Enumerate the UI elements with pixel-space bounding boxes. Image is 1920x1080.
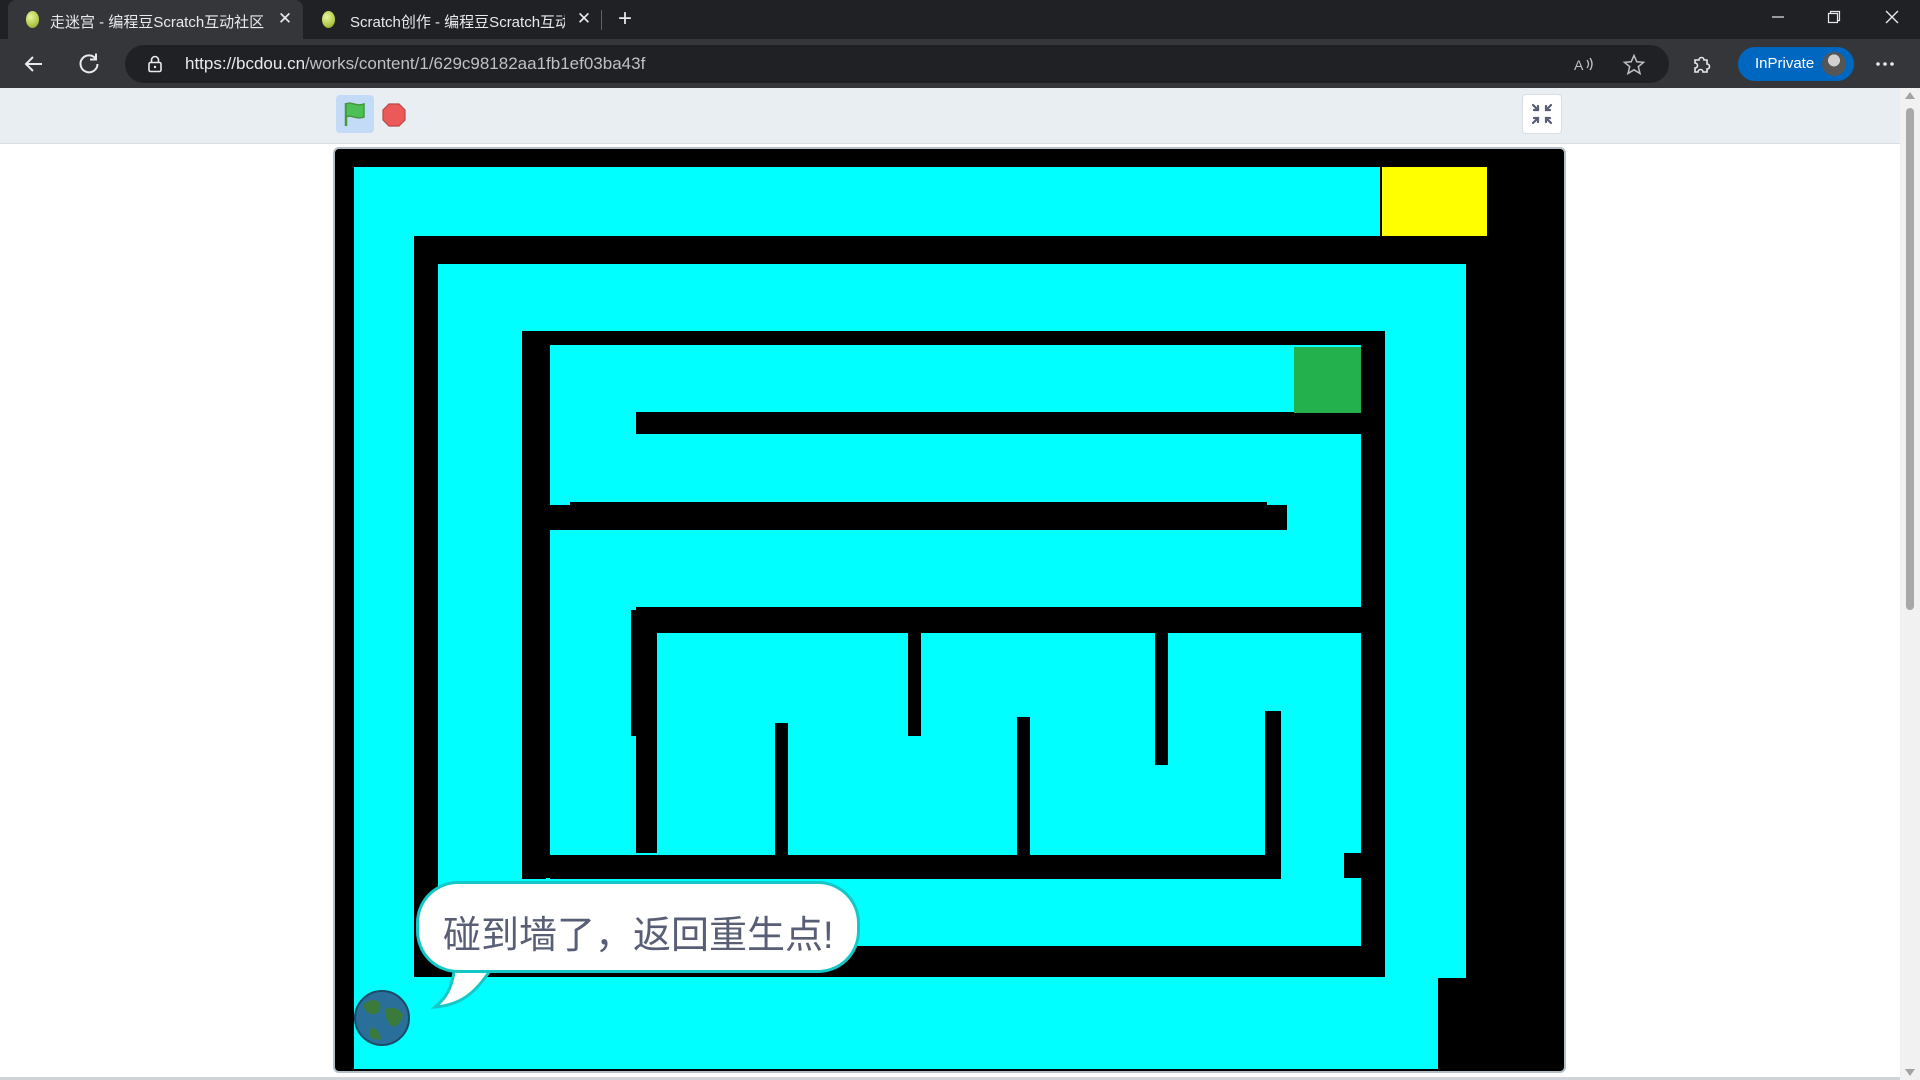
green-flag-icon (344, 102, 365, 126)
maze-path (550, 529, 1361, 607)
read-aloud-icon: A (1574, 57, 1593, 73)
inprivate-button[interactable]: InPrivate (1738, 47, 1854, 81)
maze-wall (550, 505, 1287, 530)
maze-wall (1265, 711, 1281, 879)
maze-wall (631, 610, 652, 736)
close-tab-icon[interactable]: ✕ (573, 8, 595, 30)
maze-wall (522, 331, 1385, 345)
new-tab-button[interactable]: + (612, 6, 638, 32)
back-button[interactable] (20, 50, 48, 78)
maze-wall (1361, 331, 1385, 954)
inprivate-label: InPrivate (1755, 55, 1815, 72)
maze-wall (636, 412, 1361, 434)
maze-wall (1155, 631, 1168, 765)
earth-sprite[interactable] (354, 990, 410, 1046)
bcdou-bean-icon (26, 11, 39, 28)
exit-fullscreen-button[interactable] (1522, 94, 1562, 134)
maze-wall (775, 723, 788, 858)
close-tab-icon[interactable]: ✕ (274, 8, 296, 30)
refresh-icon (79, 53, 99, 74)
maze-path (657, 631, 1361, 853)
green-flag-button[interactable] (336, 95, 374, 133)
minimize-icon (1772, 16, 1784, 18)
tab-title: 走迷宫 - 编程豆Scratch互动社区 (50, 14, 265, 31)
scrollbar-thumb[interactable] (1906, 108, 1914, 610)
url-host: https://bcdou.cn (185, 54, 306, 73)
close-window-button[interactable] (1864, 0, 1920, 39)
bcdou-bean-icon (322, 11, 335, 28)
scroll-up-arrow-icon[interactable] (1905, 92, 1915, 99)
maze-path (354, 167, 1380, 236)
exit-fullscreen-icon (1531, 103, 1553, 125)
tab-divider (601, 10, 602, 30)
maze-wall (1017, 717, 1030, 858)
maze-path (1267, 484, 1361, 607)
address-bar[interactable]: https://bcdou.cn/works/content/1/629c981… (125, 45, 1669, 83)
tab-maze[interactable]: 走迷宫 - 编程豆Scratch互动社区 ✕ (8, 0, 303, 39)
maze-path (438, 264, 522, 946)
page-scrollbar[interactable] (1900, 88, 1920, 1080)
stop-button[interactable] (382, 103, 406, 127)
more-icon (1876, 62, 1894, 66)
maze-wall (631, 610, 1361, 633)
maze-wall (908, 631, 921, 736)
refresh-button[interactable] (75, 50, 103, 78)
maze-wall (414, 236, 1438, 264)
restore-icon (1827, 10, 1841, 24)
speech-bubble: 碰到墙了，返回重生点! (416, 881, 860, 973)
read-aloud-button[interactable]: A (1572, 53, 1596, 77)
maze-path (354, 167, 414, 1069)
url-text: https://bcdou.cn/works/content/1/629c981… (185, 54, 645, 74)
maze-path (354, 977, 1466, 1069)
more-button[interactable] (1871, 50, 1899, 78)
maze-path (1385, 264, 1466, 978)
close-icon (1885, 10, 1899, 24)
back-arrow-icon (24, 56, 42, 72)
lock-icon[interactable] (145, 54, 165, 74)
maze-goal-yellow (1382, 167, 1487, 236)
minimize-button[interactable] (1750, 0, 1806, 39)
stop-icon (382, 103, 406, 127)
extensions-button[interactable] (1687, 50, 1715, 78)
url-path: /works/content/1/629c98182aa1fb1ef03ba43… (305, 54, 646, 73)
scratch-player-toolbar (0, 88, 1900, 144)
tab-scratch-create[interactable]: Scratch创作 - 编程豆Scratch互动 ✕ (308, 0, 598, 39)
profile-avatar-icon (1822, 52, 1846, 76)
maze-path (438, 264, 1466, 332)
address-bar-row: https://bcdou.cn/works/content/1/629c981… (0, 39, 1920, 88)
maze-wall (522, 331, 546, 879)
speech-bubble-text: 碰到墙了，返回重生点! (443, 915, 834, 957)
extensions-icon (1694, 56, 1711, 73)
maze-checkpoint-green (1294, 347, 1361, 413)
tab-title: Scratch创作 - 编程豆Scratch互动 (350, 14, 565, 31)
scroll-down-arrow-icon[interactable] (1905, 1069, 1915, 1076)
tab-bar: 走迷宫 - 编程豆Scratch互动社区 ✕ Scratch创作 - 编程豆Sc… (0, 0, 1920, 39)
svg-text:A: A (1574, 57, 1584, 73)
favorite-button[interactable] (1622, 53, 1646, 77)
maze-wall (550, 855, 1281, 879)
favorite-star-icon (1622, 53, 1646, 76)
restore-button[interactable] (1806, 0, 1862, 39)
